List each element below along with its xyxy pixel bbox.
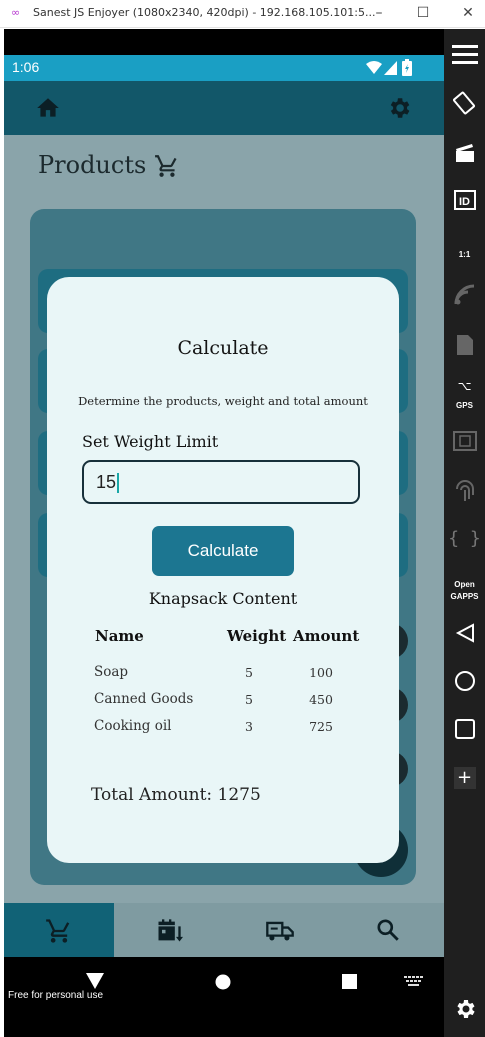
overview-square-icon[interactable]: [444, 709, 485, 749]
home-icon[interactable]: [35, 95, 61, 121]
close-button[interactable]: ✕: [457, 3, 479, 23]
gps-icon[interactable]: ⌥ GPS: [444, 373, 485, 413]
camera-film-icon[interactable]: [444, 421, 485, 461]
app-screen: Products Calculate Determine the product…: [4, 81, 444, 957]
keyboard-icon[interactable]: [404, 976, 424, 987]
row-name: Cooking oil: [94, 718, 172, 734]
row-weight: 3: [245, 719, 253, 734]
back-icon[interactable]: [86, 973, 104, 989]
row-name: Soap: [94, 664, 129, 680]
calendar-sort-icon: [158, 919, 183, 942]
ratio-label: 1:1: [458, 250, 471, 259]
maximize-button[interactable]: ☐: [412, 3, 434, 23]
opengapps-label: Open GAPPS: [450, 580, 479, 601]
window-titlebar: ∞ Sanest JS Enjoyer (1080x2340, 420dpi) …: [0, 0, 485, 28]
text-caret: [117, 473, 120, 494]
gear-icon[interactable]: [386, 95, 412, 121]
window-title: Sanest JS Enjoyer (1080x2340, 420dpi) - …: [33, 6, 376, 19]
recents-icon[interactable]: [342, 974, 357, 989]
home-circle-icon[interactable]: [215, 974, 231, 990]
gps-label: GPS: [456, 401, 473, 410]
tab-delivery[interactable]: [224, 903, 334, 957]
signal-icon: [384, 61, 397, 75]
opengapps-icon[interactable]: Open GAPPS: [444, 571, 485, 611]
fingerprint-icon[interactable]: [444, 471, 485, 511]
network-icon[interactable]: [444, 275, 485, 315]
screen-record-icon[interactable]: [444, 133, 485, 173]
row-weight: 5: [245, 665, 253, 680]
device-id-icon[interactable]: ID: [444, 181, 485, 221]
back-triangle-icon[interactable]: [444, 613, 485, 653]
search-icon: [377, 919, 399, 941]
minimize-button[interactable]: –: [368, 3, 390, 23]
page-title: Products: [38, 151, 147, 179]
knapsack-title: Knapsack Content: [148, 589, 298, 608]
calculate-dialog: Calculate Determine the products, weight…: [47, 277, 399, 863]
cart-icon: [155, 155, 177, 177]
truck-icon: [266, 921, 294, 941]
tab-schedule[interactable]: [114, 903, 224, 957]
calculate-button[interactable]: Calculate: [152, 526, 294, 576]
weight-limit-label: Set Weight Limit: [82, 432, 219, 451]
settings-gear-icon[interactable]: [444, 989, 485, 1029]
app-logo-icon: ∞: [11, 6, 21, 19]
dialog-title: Calculate: [177, 337, 269, 359]
column-header-name: Name: [95, 627, 144, 645]
row-name: Canned Goods: [94, 691, 194, 707]
weight-limit-value: 15: [96, 472, 117, 492]
row-weight: 5: [245, 692, 253, 707]
dialog-subtitle: Determine the products, weight and total…: [78, 394, 368, 408]
column-header-weight: Weight: [227, 627, 287, 645]
watermark-text: Free for personal use: [8, 990, 104, 1001]
row-amount: 450: [309, 692, 333, 707]
rotate-icon[interactable]: [444, 83, 485, 123]
total-amount: Total Amount: 1275: [91, 785, 261, 805]
tab-search[interactable]: [334, 903, 444, 957]
row-amount: 100: [309, 665, 333, 680]
status-bar: 1:06: [4, 55, 444, 81]
system-nav-bar: Free for personal use: [4, 957, 444, 1037]
weight-limit-input[interactable]: 15: [82, 460, 360, 504]
device-id-label: ID: [459, 196, 470, 208]
wifi-icon: [366, 61, 382, 74]
column-header-amount: Amount: [293, 627, 360, 645]
battery-icon: [402, 59, 412, 76]
row-amount: 725: [309, 719, 333, 734]
cart-icon: [46, 919, 70, 943]
braces-icon[interactable]: { }: [444, 519, 485, 559]
pixel-perfect-icon[interactable]: 1:1: [444, 229, 485, 269]
app-bar: [4, 81, 444, 135]
emulator-toolbar: ID 1:1 ⌥ GPS { } Open GAPPS +: [444, 29, 485, 1037]
tab-cart[interactable]: [4, 903, 114, 957]
status-time: 1:06: [12, 59, 40, 75]
bottom-nav: [4, 903, 444, 957]
home-circle-outline-icon[interactable]: [444, 661, 485, 701]
menu-icon[interactable]: [444, 35, 485, 75]
sim-icon[interactable]: [444, 325, 485, 365]
plus-icon[interactable]: +: [444, 757, 485, 797]
phone-screen: 1:06 Products Calculate Determine the pr…: [4, 29, 444, 1037]
